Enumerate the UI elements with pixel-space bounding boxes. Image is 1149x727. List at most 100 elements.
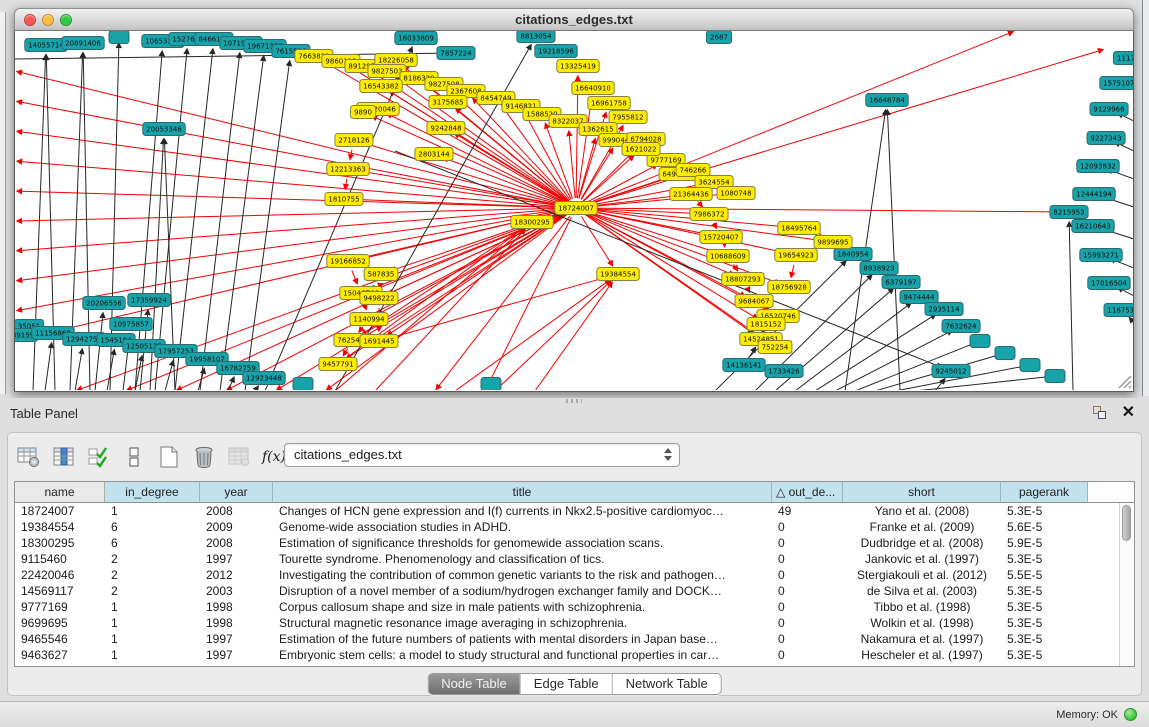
graph-edge[interactable] xyxy=(387,214,567,336)
graph-edge[interactable] xyxy=(436,216,570,390)
column-header-filler xyxy=(1088,482,1134,502)
network-window-titlebar[interactable]: citations_edges.txt xyxy=(14,8,1134,31)
tab-edge-table[interactable]: Edge Table xyxy=(520,674,612,694)
graph-node[interactable] xyxy=(481,378,501,391)
table-row[interactable]: 969969511998Structural magnetic resonanc… xyxy=(15,615,1134,631)
delete-table-icon[interactable] xyxy=(191,444,217,470)
graph-edge[interactable] xyxy=(577,98,591,198)
table-row[interactable]: 1456911722003Disruption of a novel membe… xyxy=(15,583,1134,599)
graph-node[interactable] xyxy=(970,335,990,348)
table-row[interactable]: 1872400712008Changes of HCN gene express… xyxy=(15,503,1134,519)
zoom-button[interactable] xyxy=(60,14,72,26)
column-header-title[interactable]: title xyxy=(273,482,772,502)
graph-edge[interactable] xyxy=(581,216,612,265)
column-header-name[interactable]: name xyxy=(15,482,105,502)
graph-edge[interactable] xyxy=(545,123,572,198)
show-column-icon[interactable] xyxy=(51,444,77,470)
graph-edge[interactable] xyxy=(345,179,346,189)
table-row[interactable]: 977716911998Corpus callosum shape and si… xyxy=(15,599,1134,615)
graph-edge[interactable] xyxy=(165,361,173,390)
graph-edge[interactable] xyxy=(389,277,609,339)
graph-node-label: 3175685 xyxy=(432,99,463,107)
graph-edge[interactable] xyxy=(17,210,566,311)
graph-node[interactable] xyxy=(293,378,313,391)
graph-node-label: 13325419 xyxy=(560,63,596,71)
graph-edge[interactable] xyxy=(17,101,566,206)
column-header-pagerank[interactable]: pagerank xyxy=(1001,482,1088,502)
graph-edge[interactable] xyxy=(17,131,566,206)
graph-edge[interactable] xyxy=(352,270,357,283)
graph-edge[interactable] xyxy=(1069,222,1073,390)
graph-edge[interactable] xyxy=(245,61,290,390)
graph-edge[interactable] xyxy=(175,49,213,390)
graph-node[interactable] xyxy=(995,347,1015,360)
scrollbar-thumb[interactable] xyxy=(1122,505,1131,541)
table-panel-body: f(x) citations_edges.txt namein_degreeye… xyxy=(7,432,1142,696)
table-row[interactable]: 1938455462009Genome-wide association stu… xyxy=(15,519,1134,535)
graph-edge[interactable] xyxy=(335,229,524,391)
graph-edge[interactable] xyxy=(586,50,1104,206)
graph-node[interactable] xyxy=(1045,370,1065,383)
cell-title: Estimation of significance thresholds fo… xyxy=(273,535,772,551)
vertical-scrollbar[interactable] xyxy=(1119,503,1134,666)
tab-network-table[interactable]: Network Table xyxy=(612,674,721,694)
graph-edge[interactable] xyxy=(155,49,187,390)
graph-edge[interactable] xyxy=(585,32,1013,205)
cell-out_de: 0 xyxy=(772,583,843,599)
table-row[interactable]: 2242004622012Investigating the contribut… xyxy=(15,567,1134,583)
graph-edge[interactable] xyxy=(375,229,525,390)
column-header-out_de[interactable]: △ out_de... xyxy=(772,482,843,502)
graph-edge[interactable] xyxy=(220,56,264,390)
graph-node-label: 14055714 xyxy=(28,42,64,50)
table-row[interactable]: 1830029562008Estimation of significance … xyxy=(15,535,1134,551)
column-header-short[interactable]: short xyxy=(843,482,1001,502)
graph-edge[interactable] xyxy=(95,313,103,390)
graph-edge[interactable] xyxy=(569,131,575,198)
graph-edge[interactable] xyxy=(359,327,363,332)
graph-edge[interactable] xyxy=(45,343,52,390)
network-canvas[interactable]: 1405571420891406106532871527602846616110… xyxy=(14,31,1134,392)
table-row[interactable]: 946554611997Estimation of the future num… xyxy=(15,631,1134,647)
column-header-in_degree[interactable]: in_degree xyxy=(105,482,200,502)
graph-edge[interactable] xyxy=(581,149,612,200)
graph-edge[interactable] xyxy=(586,209,789,227)
rows-icon[interactable] xyxy=(121,444,147,470)
graph-edge[interactable] xyxy=(75,349,82,390)
select-all-icon[interactable] xyxy=(86,444,112,470)
graph-node-label: 20891406 xyxy=(65,40,101,48)
graph-edge[interactable] xyxy=(714,223,717,228)
graph-edge[interactable] xyxy=(698,201,703,206)
cell-name: 18300295 xyxy=(15,535,105,551)
graph-edge[interactable] xyxy=(17,161,566,207)
resize-grip[interactable] xyxy=(1119,376,1131,388)
network-graph[interactable]: 1405571420891406106532871527602846616110… xyxy=(15,31,1133,390)
minimize-button[interactable] xyxy=(42,14,54,26)
graph-node-label: 19384554 xyxy=(600,271,636,279)
graph-edge[interactable] xyxy=(791,265,794,277)
import-table-icon[interactable] xyxy=(226,444,252,470)
new-table-icon[interactable] xyxy=(156,444,182,470)
panel-splitter-handle[interactable] xyxy=(566,399,582,403)
table-row[interactable]: 911546021997Tourette syndrome. Phenomeno… xyxy=(15,551,1134,567)
tab-node-table[interactable]: Node Table xyxy=(428,674,520,694)
graph-edge[interactable] xyxy=(350,150,352,159)
background-window-right xyxy=(1142,0,1149,396)
table-settings-icon[interactable] xyxy=(16,444,42,470)
graph-edge[interactable] xyxy=(585,165,657,204)
close-button[interactable] xyxy=(24,14,36,26)
float-panel-icon[interactable] xyxy=(1093,406,1107,420)
table-selector-dropdown[interactable]: citations_edges.txt xyxy=(284,443,680,467)
graph-edge[interactable] xyxy=(200,53,240,390)
graph-node[interactable] xyxy=(1020,359,1040,372)
graph-edge[interactable] xyxy=(372,116,567,204)
graph-edge[interactable] xyxy=(1130,318,1134,323)
column-header-year[interactable]: year xyxy=(200,482,273,502)
graph-edge[interactable] xyxy=(535,282,612,390)
graph-edge[interactable] xyxy=(255,386,258,390)
graph-edge[interactable] xyxy=(198,369,204,390)
table-row[interactable]: 946362711997Embryonic stem cells: a mode… xyxy=(15,647,1134,663)
graph-edge[interactable] xyxy=(17,191,566,208)
graph-node[interactable] xyxy=(109,31,129,44)
close-panel-icon[interactable]: ✕ xyxy=(1122,402,1135,422)
graph-node-label: 17359924 xyxy=(131,297,167,305)
